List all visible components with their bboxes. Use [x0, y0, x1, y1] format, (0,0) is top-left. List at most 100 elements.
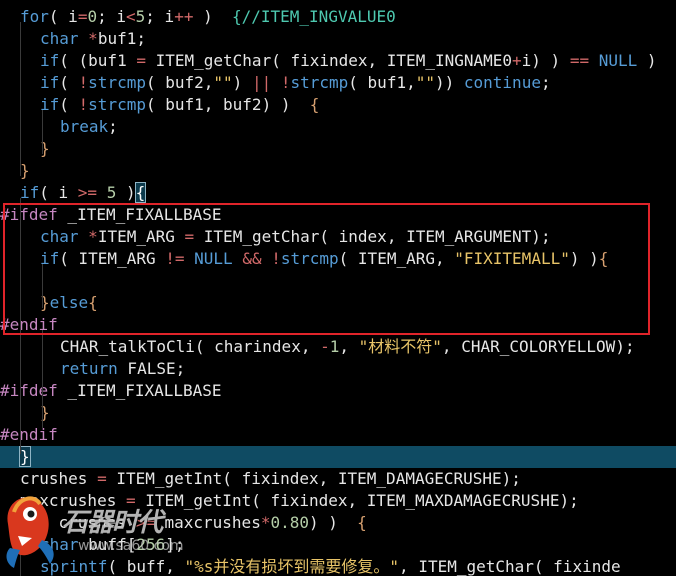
- identifier-token: ( i: [39, 183, 78, 202]
- number-token: 0: [87, 7, 98, 26]
- code-line[interactable]: #endif: [0, 314, 676, 336]
- code-line[interactable]: for( i=0; i<5; i++ ) {//ITEM_INGVALUE0: [0, 6, 676, 28]
- code-line[interactable]: maxcrushes = ITEM_getInt( fixindex, ITEM…: [0, 490, 676, 512]
- code-line[interactable]: if( !strcmp( buf2,"") || !strcmp( buf1,"…: [0, 72, 676, 94]
- operator-token: ||: [251, 73, 272, 92]
- identifier-token: buf1;: [97, 29, 146, 48]
- indent-guide: [20, 22, 21, 176]
- identifier-token: [97, 183, 107, 202]
- code-line[interactable]: #endif: [0, 424, 676, 446]
- identifier-token: ): [232, 73, 252, 92]
- operator-token: >=: [77, 183, 98, 202]
- identifier-token: ITEM_getChar( index, ITEM_ARGUMENT);: [194, 227, 551, 246]
- string-token: "%s并没有损坏到需要修复。": [184, 557, 400, 576]
- code-line[interactable]: }else{: [0, 292, 676, 314]
- operator-token: =: [97, 469, 107, 488]
- operator-token: !: [78, 95, 89, 114]
- number-token: 0.80: [270, 513, 309, 532]
- code-line[interactable]: if( ITEM_ARG != NULL && !strcmp( ITEM_AR…: [0, 248, 676, 270]
- code-line[interactable]: char buff[256];: [0, 534, 676, 556]
- keyword-token: for: [20, 7, 49, 26]
- brace-token: {: [357, 513, 367, 532]
- code-line[interactable]: if( crushes >= maxcrushes*0.80) ) {: [0, 512, 676, 534]
- identifier-token: ,: [339, 337, 359, 356]
- operator-token: ==: [569, 51, 590, 70]
- identifier-token: [79, 227, 89, 246]
- identifier-token: ITEM_getInt( fixindex, ITEM_DAMAGECRUSHE…: [106, 469, 521, 488]
- identifier-token: i: [164, 7, 175, 26]
- matched-brace-token: }: [19, 446, 31, 467]
- code-line[interactable]: }: [0, 138, 676, 160]
- keyword-token: continue: [463, 73, 541, 92]
- indent-guide: [20, 198, 21, 454]
- keyword-token: sprintf: [40, 557, 108, 576]
- operator-token: =: [77, 7, 88, 26]
- identifier-token: [262, 249, 272, 268]
- operator-token: &&: [242, 249, 262, 268]
- code-line[interactable]: char *buf1;: [0, 28, 676, 50]
- code-line[interactable]: if( i >= 5 ){: [0, 182, 676, 204]
- identifier-token: (: [48, 7, 69, 26]
- number-token: 5: [135, 7, 146, 26]
- operator-token: +: [512, 51, 522, 70]
- code-line[interactable]: }: [0, 160, 676, 182]
- code-line[interactable]: if( !strcmp( buf1, buf2) ) {: [0, 94, 676, 116]
- code-line[interactable]: sprintf( buff, "%s并没有损坏到需要修复。", ITEM_get…: [0, 556, 676, 576]
- identifier-token: ) ): [309, 513, 358, 532]
- identifier-token: buff[: [78, 535, 137, 554]
- identifier-token: (: [59, 73, 79, 92]
- operator-token: -: [320, 337, 330, 356]
- keyword-token: strcmp: [290, 73, 349, 92]
- code-editor[interactable]: for( i=0; i<5; i++ ) {//ITEM_INGVALUE0 ch…: [0, 0, 676, 576]
- number-token: 256: [136, 535, 166, 554]
- string-token: "FIXITEMALL": [454, 249, 570, 268]
- identifier-token: ITEM_getInt( fixindex, ITEM_MAXDAMAGECRU…: [135, 491, 579, 510]
- code-line[interactable]: break;: [0, 116, 676, 138]
- identifier-token: ];: [165, 535, 185, 554]
- identifier-token: _ITEM_FIXALLBASE: [57, 205, 222, 224]
- identifier-token: ( ITEM_ARG,: [338, 249, 455, 268]
- operator-token: <: [126, 7, 136, 26]
- code-line[interactable]: }: [0, 402, 676, 424]
- keyword-token: char: [40, 29, 79, 48]
- identifier-token: i: [116, 7, 126, 26]
- operator-token: ++: [174, 7, 194, 26]
- code-line[interactable]: char *ITEM_ARG = ITEM_getChar( index, IT…: [0, 226, 676, 248]
- identifier-token: ): [116, 183, 136, 202]
- code-line[interactable]: CHAR_talkToCli( charindex, -1, "材料不符", C…: [0, 336, 676, 358]
- code-line[interactable]: return FALSE;: [0, 358, 676, 380]
- preprocessor-token: #endif: [0, 425, 58, 444]
- number-token: 5: [106, 183, 117, 202]
- preprocessor-token: #endif: [0, 315, 58, 334]
- keyword-token: return: [60, 359, 118, 378]
- code-line[interactable]: crushes = ITEM_getInt( fixindex, ITEM_DA…: [0, 468, 676, 490]
- preprocessor-token: #ifdef: [0, 381, 58, 400]
- identifier-token: ): [193, 7, 232, 26]
- comment-token: {//ITEM_INGVALUE0: [231, 7, 396, 26]
- identifier-token: maxcrushes: [154, 513, 261, 532]
- matched-brace-token: {: [134, 182, 147, 203]
- current-line[interactable]: }: [0, 446, 676, 468]
- keyword-token: break: [60, 117, 109, 136]
- operator-token: =: [136, 51, 146, 70]
- code-line[interactable]: if( (buf1 = ITEM_getChar( fixindex, ITEM…: [0, 50, 676, 72]
- operator-token: >=: [135, 513, 155, 532]
- operator-token: *: [88, 29, 98, 48]
- code-line[interactable]: #ifdef _ITEM_FIXALLBASE: [0, 204, 676, 226]
- code-line[interactable]: #ifdef _ITEM_FIXALLBASE: [0, 380, 676, 402]
- identifier-token: ( buf1,: [348, 73, 416, 92]
- identifier-token: ;: [540, 73, 551, 92]
- identifier-token: ;: [97, 7, 117, 26]
- keyword-token: NULL: [598, 51, 638, 70]
- identifier-token: )): [434, 73, 464, 92]
- identifier-token: ;: [145, 7, 165, 26]
- identifier-token: maxcrushes: [20, 491, 126, 510]
- operator-token: =: [125, 491, 136, 510]
- identifier-token: ( buf1, buf2) ): [145, 95, 310, 114]
- keyword-token: if: [20, 513, 40, 532]
- code-line[interactable]: [0, 270, 676, 292]
- identifier-token: , ITEM_getChar( fixinde: [399, 557, 621, 576]
- identifier-token: , CHAR_COLORYELLOW);: [441, 337, 635, 356]
- brace-token: }: [20, 161, 30, 180]
- identifier-token: i: [68, 7, 78, 26]
